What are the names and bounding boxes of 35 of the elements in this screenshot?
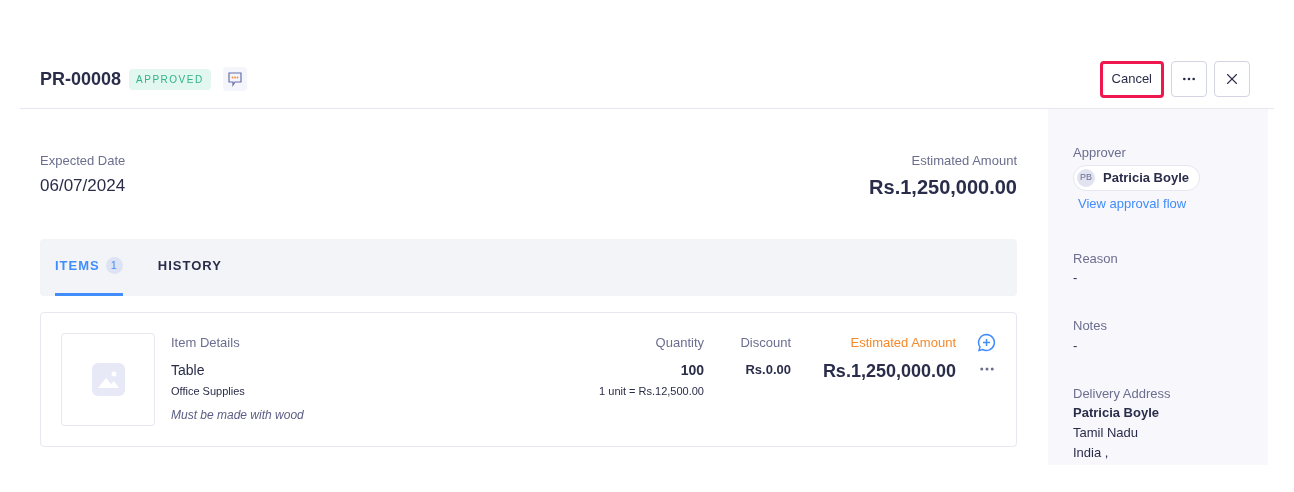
field-label: Delivery Address: [1073, 384, 1172, 403]
field-label: Reason: [1073, 249, 1119, 268]
line-amount: Rs.1,250,000.00: [821, 360, 956, 383]
item-category: Office Supplies: [171, 384, 246, 399]
field-value: Patricia Boyle: [1073, 404, 1160, 422]
date-value: 06/07/2024: [40, 174, 126, 197]
column-header: Item Details: [171, 333, 241, 352]
more-button[interactable]: [1171, 61, 1207, 97]
approver-label: Approver: [1073, 144, 1127, 162]
close-button[interactable]: [1214, 61, 1250, 97]
amount-label: Estimated Amount: [910, 152, 1017, 170]
add-comment-icon[interactable]: [977, 332, 996, 352]
status-badge: APPROVED: [129, 68, 211, 90]
field-value: -: [1073, 269, 1079, 287]
column-header: Quantity: [654, 333, 704, 352]
tab[interactable]: HISTORY: [157, 238, 222, 296]
request-title: PR-00008: [40, 67, 122, 91]
column-header: Discount: [739, 333, 791, 352]
column-header: Estimated Amount: [849, 333, 956, 352]
unit-price: 1 unit = Rs.12,500.00: [598, 384, 704, 399]
quantity: 100: [679, 361, 704, 380]
approver-name: Patricia Boyle: [1103, 168, 1189, 187]
date-label: Expected Date: [40, 152, 126, 170]
discount: Rs.0.00: [744, 361, 791, 379]
field-label: Notes: [1073, 317, 1108, 335]
field-value: -: [1073, 336, 1079, 355]
amount-value: Rs.1,250,000.00: [869, 174, 1017, 200]
avatar: PB: [1075, 166, 1097, 189]
item-name: Table: [171, 361, 206, 380]
cancel-button[interactable]: Cancel: [1099, 60, 1164, 98]
field-value: India ,: [1073, 444, 1110, 462]
item-note: Must be made with wood: [171, 406, 305, 424]
count-badge: 1: [105, 257, 123, 274]
field-value: Tamil Nadu: [1073, 424, 1140, 442]
comment-icon[interactable]: [222, 67, 247, 91]
